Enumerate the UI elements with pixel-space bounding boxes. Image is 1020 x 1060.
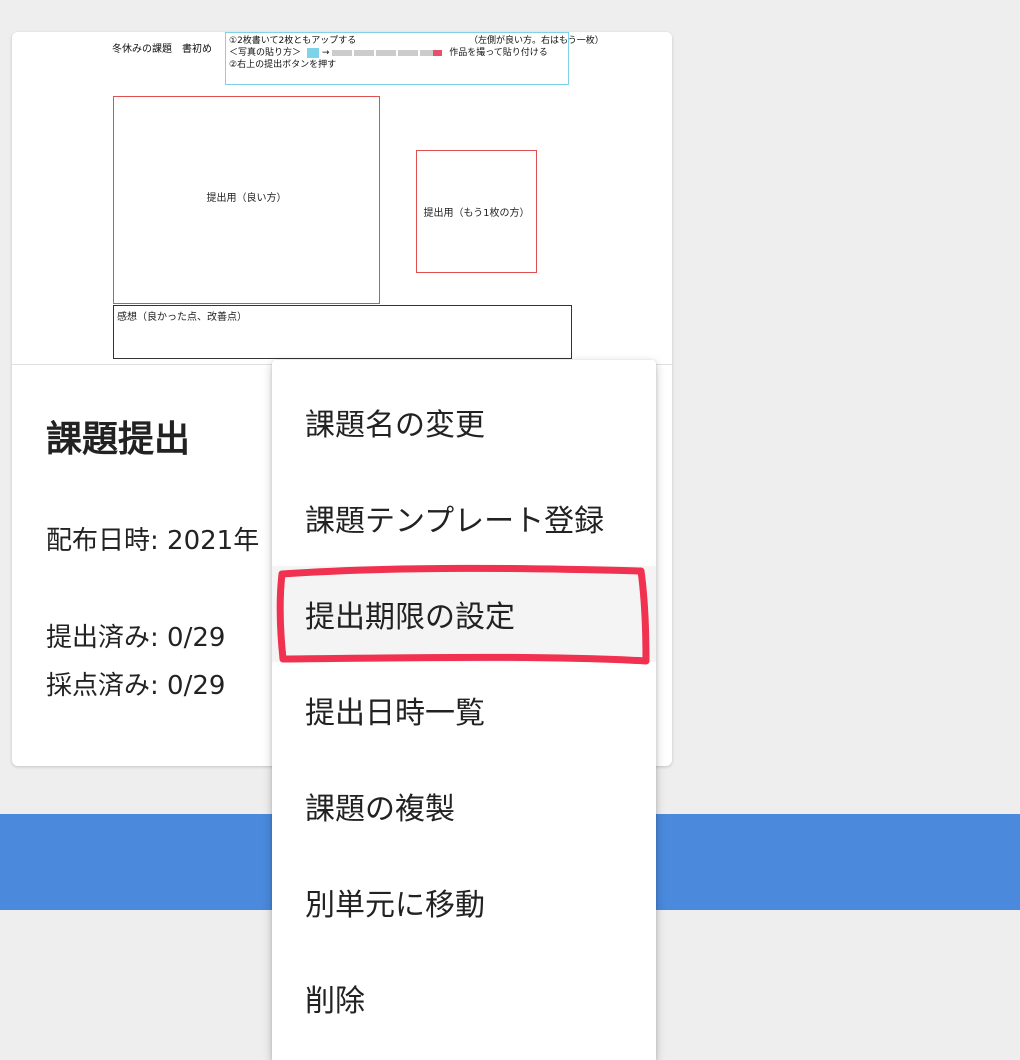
assignment-preview[interactable]: 冬休みの課題 書初め ①2枚書いて2枚ともアップする （左側が良い方。右はもう一…: [12, 32, 672, 365]
toolbar-thumbnail: [332, 49, 443, 56]
impressions-label: 感想（良かった点、改善点）: [117, 312, 247, 323]
impressions-box: 感想（良かった点、改善点）: [113, 305, 572, 359]
left-photo-slot: 提出用（良い方）: [113, 96, 380, 304]
graded-count: 採点済み: 0/29: [46, 671, 226, 701]
menu-item-set-deadline[interactable]: 提出期限の設定: [272, 566, 656, 662]
instruction-line-2: ＜写真の貼り方＞: [229, 48, 302, 58]
right-photo-label: 提出用（もう1枚の方）: [423, 208, 530, 219]
preview-heading: 冬休みの課題 書初め: [112, 44, 212, 55]
menu-item-label: 課題名の変更: [305, 408, 485, 443]
menu-item-delete[interactable]: 削除: [272, 950, 656, 1046]
menu-item-rename[interactable]: 課題名の変更: [272, 374, 656, 470]
instruction-line-1-note: （左側が良い方。右はもう一枚）: [469, 36, 604, 46]
menu-item-duplicate[interactable]: 課題の複製: [272, 758, 656, 854]
instruction-line-3: ②右上の提出ボタンを押す: [229, 60, 337, 70]
image-icon: [306, 47, 319, 58]
menu-item-label: 課題テンプレート登録: [305, 504, 605, 539]
menu-item-label: 提出日時一覧: [305, 696, 485, 731]
menu-item-label: 削除: [305, 984, 365, 1019]
menu-item-register-template[interactable]: 課題テンプレート登録: [272, 470, 656, 566]
left-photo-label: 提出用（良い方）: [206, 193, 287, 204]
menu-item-label: 別単元に移動: [305, 888, 485, 923]
submitted-count: 提出済み: 0/29: [46, 623, 226, 653]
menu-item-submission-times[interactable]: 提出日時一覧: [272, 662, 656, 758]
card-title: 課題提出: [46, 419, 191, 460]
distributed-date: 配布日時: 2021年: [46, 526, 260, 556]
menu-item-move-unit[interactable]: 別単元に移動: [272, 854, 656, 950]
context-menu: 課題名の変更 課題テンプレート登録 提出期限の設定 提出日時一覧 課題の複製 別…: [272, 360, 656, 1060]
menu-item-label: 課題の複製: [305, 792, 455, 827]
menu-item-label: 提出期限の設定: [305, 600, 515, 635]
instruction-line-1: ①2枚書いて2枚ともアップする: [229, 36, 357, 46]
instructions-box: ①2枚書いて2枚ともアップする （左側が良い方。右はもう一枚） ＜写真の貼り方＞…: [225, 32, 604, 85]
instruction-line-2-note: 作品を撮って貼り付ける: [449, 48, 548, 58]
right-photo-slot: 提出用（もう1枚の方）: [416, 150, 537, 273]
arrow-icon: →: [321, 48, 330, 58]
